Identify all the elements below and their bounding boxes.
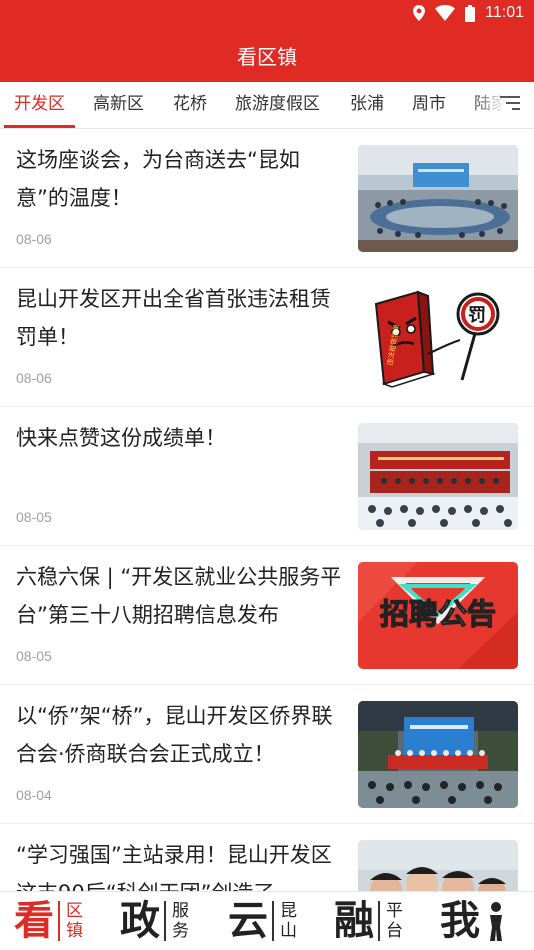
article-date: 08-06 — [16, 231, 52, 247]
recruitment-banner-text: 招聘公告 — [380, 597, 496, 631]
article-date: 08-06 — [16, 370, 52, 386]
nav-small-label: 区镇 — [58, 901, 90, 941]
nav-big-char: 融 — [334, 897, 374, 944]
article-title[interactable]: 这场座谈会，为台商送去“昆如意”的温度！ — [16, 141, 346, 217]
tab-huaqiao[interactable]: 花桥 — [173, 82, 207, 128]
article-item[interactable]: “学习强国”主站录用！昆山开发区这支90后“科创天团”创造了 — [0, 824, 534, 891]
nav-big-char: 看 — [14, 897, 54, 944]
article-title[interactable]: 昆山开发区开出全省首张违法租赁罚单！ — [16, 280, 346, 356]
person-icon — [490, 902, 502, 941]
nav-small-label: 平台 — [378, 901, 410, 941]
location-icon — [413, 5, 426, 21]
article-item[interactable]: 快来点赞这份成绩单！ 08-05 — [0, 407, 534, 546]
tab-menu-icon[interactable] — [500, 96, 520, 114]
tab-kaifaqu[interactable]: 开发区 — [4, 82, 75, 128]
article-item[interactable]: 这场座谈会，为台商送去“昆如意”的温度！ 08-06 — [0, 129, 534, 268]
nav-rong-pingtai[interactable]: 融 平台 — [334, 892, 410, 950]
battery-icon — [465, 4, 476, 22]
nav-small-label: 服务 — [164, 901, 196, 941]
nav-wo[interactable]: 我 — [440, 892, 506, 950]
article-thumbnail[interactable] — [358, 840, 518, 891]
tab-zhoushi[interactable]: 周市 — [412, 82, 446, 128]
article-date: 08-05 — [16, 648, 52, 664]
page-title: 看区镇 — [237, 44, 297, 69]
article-thumbnail[interactable] — [358, 423, 518, 530]
status-time: 11:01 — [485, 4, 524, 21]
app-bar: 看区镇 — [0, 28, 534, 82]
nav-zheng-fuwu[interactable]: 政 服务 — [120, 892, 196, 950]
article-thumbnail[interactable] — [358, 145, 518, 252]
article-title[interactable]: 以“侨”架“桥”，昆山开发区侨界联合会·侨商联合会正式成立！ — [16, 697, 346, 773]
nav-yun-kunshan[interactable]: 云 昆山 — [228, 892, 304, 950]
nav-big-char: 云 — [228, 897, 268, 944]
nav-big-char: 政 — [120, 897, 160, 944]
tab-lvyoudujiaqu[interactable]: 旅游度假区 — [235, 82, 320, 128]
tab-zhangpu[interactable]: 张浦 — [350, 82, 384, 128]
penalty-sign-text: 罚 — [468, 305, 486, 326]
bottom-nav: 看 区镇 政 服务 云 昆山 融 平台 我 — [0, 891, 534, 950]
status-bar: 11:01 — [0, 0, 534, 28]
article-date: 08-05 — [16, 509, 52, 525]
nav-small-label: 昆山 — [272, 901, 304, 941]
article-thumbnail[interactable]: 违法租赁罚单 罚 — [358, 284, 518, 391]
nav-big-char: 我 — [440, 897, 480, 944]
wifi-icon — [435, 5, 456, 21]
article-item[interactable]: 六稳六保 | “开发区就业公共服务平台”第三十八期招聘信息发布 08-05 招聘… — [0, 546, 534, 685]
article-date: 08-04 — [16, 787, 52, 803]
article-item[interactable]: 昆山开发区开出全省首张违法租赁罚单！ 08-06 违法租赁罚单 罚 — [0, 268, 534, 407]
tab-gaoxinqu[interactable]: 高新区 — [93, 82, 144, 128]
article-title[interactable]: “学习强国”主站录用！昆山开发区这支90后“科创天团”创造了 — [16, 836, 346, 891]
region-tabs: 开发区 高新区 花桥 旅游度假区 张浦 周市 陆家 — [0, 82, 534, 129]
article-title[interactable]: 六稳六保 | “开发区就业公共服务平台”第三十八期招聘信息发布 — [16, 558, 346, 634]
article-thumbnail[interactable] — [358, 701, 518, 808]
article-title[interactable]: 快来点赞这份成绩单！ — [16, 419, 346, 457]
nav-kan-quzhen[interactable]: 看 区镇 — [14, 892, 90, 950]
status-icons: 11:01 — [413, 4, 524, 22]
article-item[interactable]: 以“侨”架“桥”，昆山开发区侨界联合会·侨商联合会正式成立！ 08-04 — [0, 685, 534, 824]
article-list: 这场座谈会，为台商送去“昆如意”的温度！ 08-06 昆山开发区开出全省首张违法… — [0, 129, 534, 891]
article-thumbnail[interactable]: 招聘公告 — [358, 562, 518, 669]
